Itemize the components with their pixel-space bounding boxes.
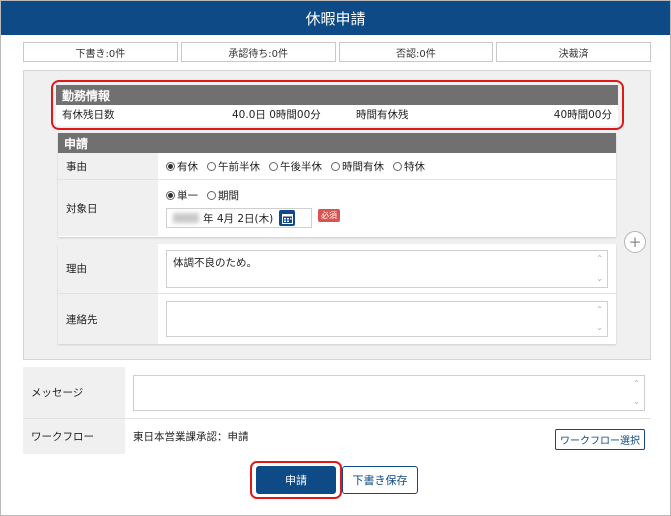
scroll-arrows[interactable]: ⌃ ⌄ bbox=[633, 378, 640, 406]
radio-icon bbox=[207, 161, 216, 171]
radio-icon bbox=[393, 161, 402, 171]
request-heading: 申請 bbox=[58, 133, 616, 153]
contact-label: 連絡先 bbox=[58, 294, 158, 344]
reason-type-label: 事由 bbox=[58, 153, 158, 179]
reason-type-options: 有休 午前半休 午後半休 時間有休 特休 bbox=[166, 159, 616, 174]
workflow-select-button[interactable]: ワークフロー選択 bbox=[555, 429, 645, 450]
status-tabs: 下書き:0件 承認待ち:0件 否認:0件 決裁済 bbox=[23, 42, 651, 62]
radio-afternoon-half[interactable]: 午後半休 bbox=[269, 159, 322, 174]
scroll-up-icon: ⌃ bbox=[633, 378, 640, 388]
scroll-arrows[interactable]: ⌃ ⌄ bbox=[596, 306, 603, 332]
highlight-work-info bbox=[51, 80, 624, 130]
contact-row: 連絡先 ⌃ ⌄ bbox=[58, 294, 616, 344]
save-draft-button[interactable]: 下書き保存 bbox=[342, 466, 418, 494]
page-title: 休暇申請 bbox=[305, 9, 366, 28]
workflow-value: 東日本営業課承認：申請 bbox=[133, 431, 249, 443]
radio-hourly-leave[interactable]: 時間有休 bbox=[331, 159, 384, 174]
radio-icon bbox=[207, 191, 216, 200]
redacted-year bbox=[173, 213, 199, 223]
radio-selected-icon bbox=[166, 161, 175, 171]
scroll-down-icon: ⌄ bbox=[596, 273, 603, 283]
tab-approved[interactable]: 決裁済 bbox=[496, 42, 651, 62]
workflow-row: ワークフロー 東日本営業課承認：申請 ワークフロー選択 bbox=[23, 419, 651, 454]
scroll-arrows[interactable]: ⌃ ⌄ bbox=[596, 253, 603, 283]
reason-textarea[interactable]: 体調不良のため。 ⌃ ⌄ bbox=[166, 249, 608, 288]
scroll-down-icon: ⌄ bbox=[596, 323, 603, 332]
contact-textarea[interactable]: ⌃ ⌄ bbox=[166, 301, 608, 337]
highlight-submit bbox=[250, 461, 342, 499]
radio-icon bbox=[331, 161, 340, 171]
message-textarea[interactable]: ⌃ ⌄ bbox=[133, 374, 645, 411]
message-label: メッセージ bbox=[23, 367, 125, 418]
scroll-down-icon: ⌄ bbox=[633, 396, 640, 406]
target-date-label: 対象日 bbox=[58, 180, 158, 236]
tab-drafts[interactable]: 下書き:0件 bbox=[23, 42, 178, 62]
reason-label: 理由 bbox=[58, 244, 158, 293]
radio-selected-icon bbox=[166, 191, 175, 200]
tab-rejected[interactable]: 否認:0件 bbox=[338, 42, 494, 62]
scroll-up-icon: ⌃ bbox=[596, 305, 603, 314]
scroll-up-icon: ⌃ bbox=[596, 253, 603, 263]
message-row: メッセージ ⌃ ⌄ bbox=[23, 367, 651, 419]
radio-date-range[interactable]: 期間 bbox=[207, 188, 239, 203]
date-mode-options: 単一 期間 bbox=[166, 188, 616, 203]
radio-morning-half[interactable]: 午前半休 bbox=[207, 159, 260, 174]
page-header: 休暇申請 bbox=[1, 1, 670, 35]
target-date-row: 対象日 単一 期間 年 4月 2日(木) 必須 bbox=[58, 180, 616, 236]
date-input[interactable]: 年 4月 2日(木) bbox=[166, 208, 312, 228]
request-section: 申請 事由 有休 午前半休 午後半休 時間有休 特休 対象日 単一 期間 年 4… bbox=[58, 133, 616, 237]
radio-icon bbox=[269, 161, 278, 171]
radio-special-leave[interactable]: 特休 bbox=[393, 159, 425, 174]
reason-row: 理由 体調不良のため。 ⌃ ⌄ bbox=[58, 244, 616, 294]
reason-type-row: 事由 有休 午前半休 午後半休 時間有休 特休 bbox=[58, 153, 616, 180]
reason-text: 体調不良のため。 bbox=[173, 256, 257, 269]
required-badge: 必須 bbox=[318, 209, 340, 222]
add-circle-icon[interactable]: + bbox=[624, 231, 646, 253]
message-section: メッセージ ⌃ ⌄ ワークフロー 東日本営業課承認：申請 ワークフロー選択 bbox=[23, 367, 651, 454]
radio-single-day[interactable]: 単一 bbox=[166, 188, 198, 203]
date-text: 年 4月 2日(木) bbox=[203, 212, 274, 225]
radio-paid-leave[interactable]: 有休 bbox=[166, 159, 198, 174]
reason-section: 理由 体調不良のため。 ⌃ ⌄ 連絡先 ⌃ ⌄ bbox=[58, 244, 616, 344]
workflow-label: ワークフロー bbox=[23, 419, 125, 454]
tab-pending[interactable]: 承認待ち:0件 bbox=[180, 42, 336, 62]
calendar-icon[interactable] bbox=[279, 210, 296, 226]
